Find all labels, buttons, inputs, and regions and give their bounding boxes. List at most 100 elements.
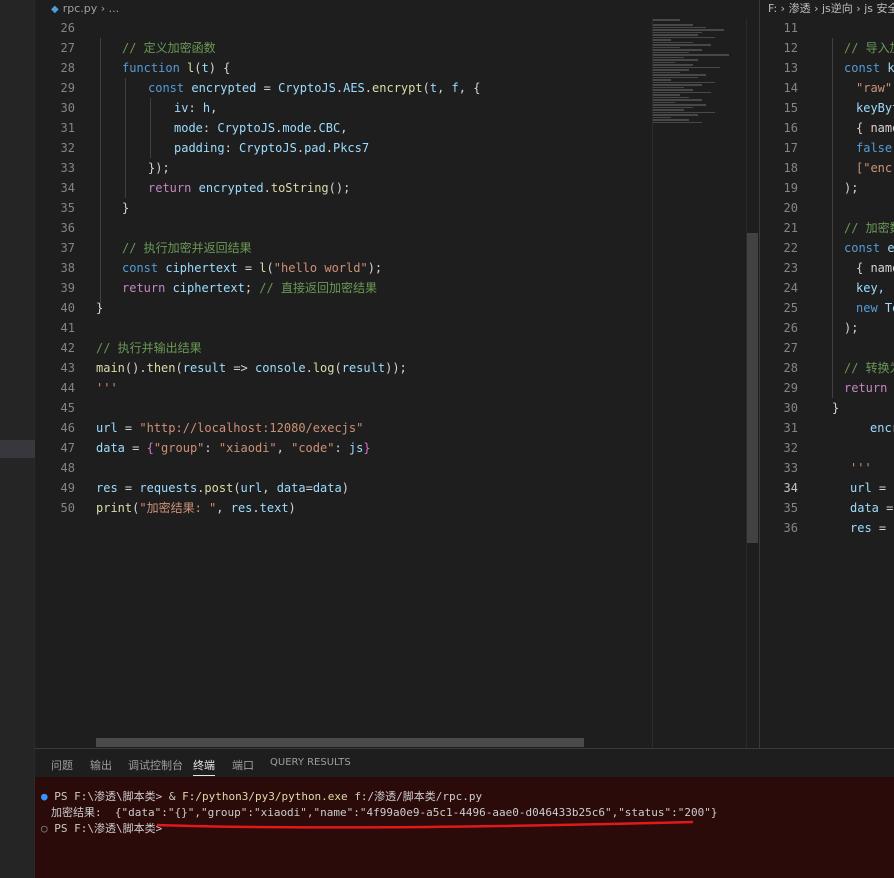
line-number[interactable]: 13 — [760, 58, 798, 78]
code-line[interactable]: return encrypted.toString(); — [96, 178, 656, 198]
tab-terminal[interactable]: 终端 — [193, 757, 215, 776]
code-line[interactable] — [96, 318, 656, 338]
line-number[interactable]: 37 — [35, 238, 75, 258]
line-number[interactable]: 39 — [35, 278, 75, 298]
tab-output[interactable]: 输出 — [90, 757, 112, 773]
line-number[interactable]: 34 — [760, 478, 798, 498]
code-line[interactable]: res = requests.post(url, data=data) — [96, 478, 656, 498]
code-line[interactable]: padding: CryptoJS.pad.Pkcs7 — [96, 138, 656, 158]
line-number[interactable]: 33 — [35, 158, 75, 178]
line-number[interactable]: 22 — [760, 238, 798, 258]
code-line[interactable] — [810, 198, 894, 218]
line-number[interactable]: 19 — [760, 178, 798, 198]
code-line[interactable]: { name — [810, 118, 894, 138]
breadcrumb-folder[interactable]: js逆向 — [822, 2, 853, 15]
code-line[interactable]: ); — [810, 178, 894, 198]
line-number[interactable]: 40 — [35, 298, 75, 318]
code-line[interactable]: ''' — [96, 378, 656, 398]
explorer-selected-item[interactable] — [0, 440, 35, 458]
line-number[interactable]: 11 — [760, 18, 798, 38]
code-line[interactable]: main().then(result => console.log(result… — [96, 358, 656, 378]
line-number[interactable]: 26 — [760, 318, 798, 338]
tab-query-results[interactable]: QUERY RESULTS — [270, 757, 351, 768]
line-number[interactable]: 32 — [35, 138, 75, 158]
line-number[interactable]: 25 — [760, 298, 798, 318]
code-line[interactable]: return ciphertext; // 直接返回加密结果 — [96, 278, 656, 298]
line-number[interactable]: 16 — [760, 118, 798, 138]
code-line[interactable] — [810, 18, 894, 38]
code-line[interactable] — [810, 338, 894, 358]
line-number[interactable]: 12 — [760, 38, 798, 58]
line-number[interactable]: 35 — [35, 198, 75, 218]
line-number[interactable]: 21 — [760, 218, 798, 238]
line-number[interactable]: 31 — [35, 118, 75, 138]
code-line[interactable]: // 执行并输出结果 — [96, 338, 656, 358]
code-line[interactable]: } — [96, 298, 656, 318]
line-number[interactable]: 29 — [760, 378, 798, 398]
line-number[interactable]: 49 — [35, 478, 75, 498]
line-number[interactable]: 45 — [35, 398, 75, 418]
code-line[interactable]: iv: h, — [96, 98, 656, 118]
right-breadcrumb[interactable]: F: › 渗透 › js逆向 › js 安全 — [768, 0, 894, 18]
line-number[interactable]: 50 — [35, 498, 75, 518]
breadcrumb-file[interactable]: rpc.py — [63, 2, 98, 15]
line-number[interactable]: 27 — [760, 338, 798, 358]
code-line[interactable]: }); — [96, 158, 656, 178]
line-number[interactable]: 32 — [760, 438, 798, 458]
line-number[interactable]: 31 — [760, 418, 798, 438]
line-number[interactable]: 33 — [760, 458, 798, 478]
line-number[interactable]: 20 — [760, 198, 798, 218]
terminal[interactable]: ● PS F:\渗透\脚本类> & F:/python3/py3/python.… — [35, 777, 894, 878]
line-number[interactable]: 36 — [35, 218, 75, 238]
breadcrumb-folder[interactable]: js 安全 — [864, 2, 894, 15]
code-line[interactable] — [96, 398, 656, 418]
line-number[interactable]: 42 — [35, 338, 75, 358]
breadcrumb-drive[interactable]: F: — [768, 2, 777, 15]
line-number[interactable]: 48 — [35, 458, 75, 478]
line-number[interactable]: 18 — [760, 158, 798, 178]
code-line[interactable]: url = "http://localhost:12080/execjs" — [96, 418, 656, 438]
code-line[interactable] — [810, 438, 894, 458]
scrollbar-thumb[interactable] — [747, 233, 758, 543]
tab-ports[interactable]: 端口 — [232, 757, 254, 773]
code-line[interactable]: data = {"group": "xiaodi", "code": js} — [96, 438, 656, 458]
breadcrumb-folder[interactable]: 渗透 — [789, 2, 811, 15]
tab-debug-console[interactable]: 调试控制台 — [128, 757, 183, 773]
line-number[interactable]: 28 — [35, 58, 75, 78]
code-area[interactable]: // 定义加密函数 function l(t) { const encrypte… — [96, 18, 656, 518]
line-number[interactable]: 24 — [760, 278, 798, 298]
line-number[interactable]: 27 — [35, 38, 75, 58]
line-number[interactable]: 38 — [35, 258, 75, 278]
line-number[interactable]: 15 — [760, 98, 798, 118]
code-line[interactable]: // 执行加密并返回结果 — [96, 238, 656, 258]
minimap[interactable] — [652, 18, 742, 748]
line-number[interactable]: 23 — [760, 258, 798, 278]
line-number[interactable]: 46 — [35, 418, 75, 438]
right-code-area[interactable]: // 导入加 const ke "raw", keyByt { name fal… — [810, 18, 894, 538]
code-line[interactable]: } — [810, 398, 894, 418]
code-line[interactable]: function l(t) { — [96, 58, 656, 78]
code-line[interactable]: ); — [810, 318, 894, 338]
horizontal-scrollbar[interactable] — [96, 738, 584, 747]
vertical-scrollbar[interactable] — [746, 18, 758, 748]
code-line[interactable]: print("加密结果: ", res.text) — [96, 498, 656, 518]
code-line[interactable] — [96, 458, 656, 478]
code-line[interactable] — [96, 18, 656, 38]
line-number[interactable]: 14 — [760, 78, 798, 98]
code-line[interactable]: mode: CryptoJS.mode.CBC, — [96, 118, 656, 138]
line-number[interactable]: 26 — [35, 18, 75, 38]
tab-problems[interactable]: 问题 — [51, 757, 73, 773]
line-number[interactable]: 28 — [760, 358, 798, 378]
line-number[interactable]: 41 — [35, 318, 75, 338]
breadcrumb-ellipsis[interactable]: ... — [109, 2, 120, 15]
breadcrumb[interactable]: ◆ rpc.py › ... — [35, 0, 759, 18]
code-line[interactable]: { name — [810, 258, 894, 278]
code-line[interactable]: const encrypted = CryptoJS.AES.encrypt(t… — [96, 78, 656, 98]
line-number[interactable]: 34 — [35, 178, 75, 198]
line-number[interactable]: 47 — [35, 438, 75, 458]
line-number[interactable]: 30 — [760, 398, 798, 418]
line-number[interactable]: 43 — [35, 358, 75, 378]
code-line[interactable]: } — [96, 198, 656, 218]
line-number[interactable]: 29 — [35, 78, 75, 98]
line-number[interactable]: 35 — [760, 498, 798, 518]
